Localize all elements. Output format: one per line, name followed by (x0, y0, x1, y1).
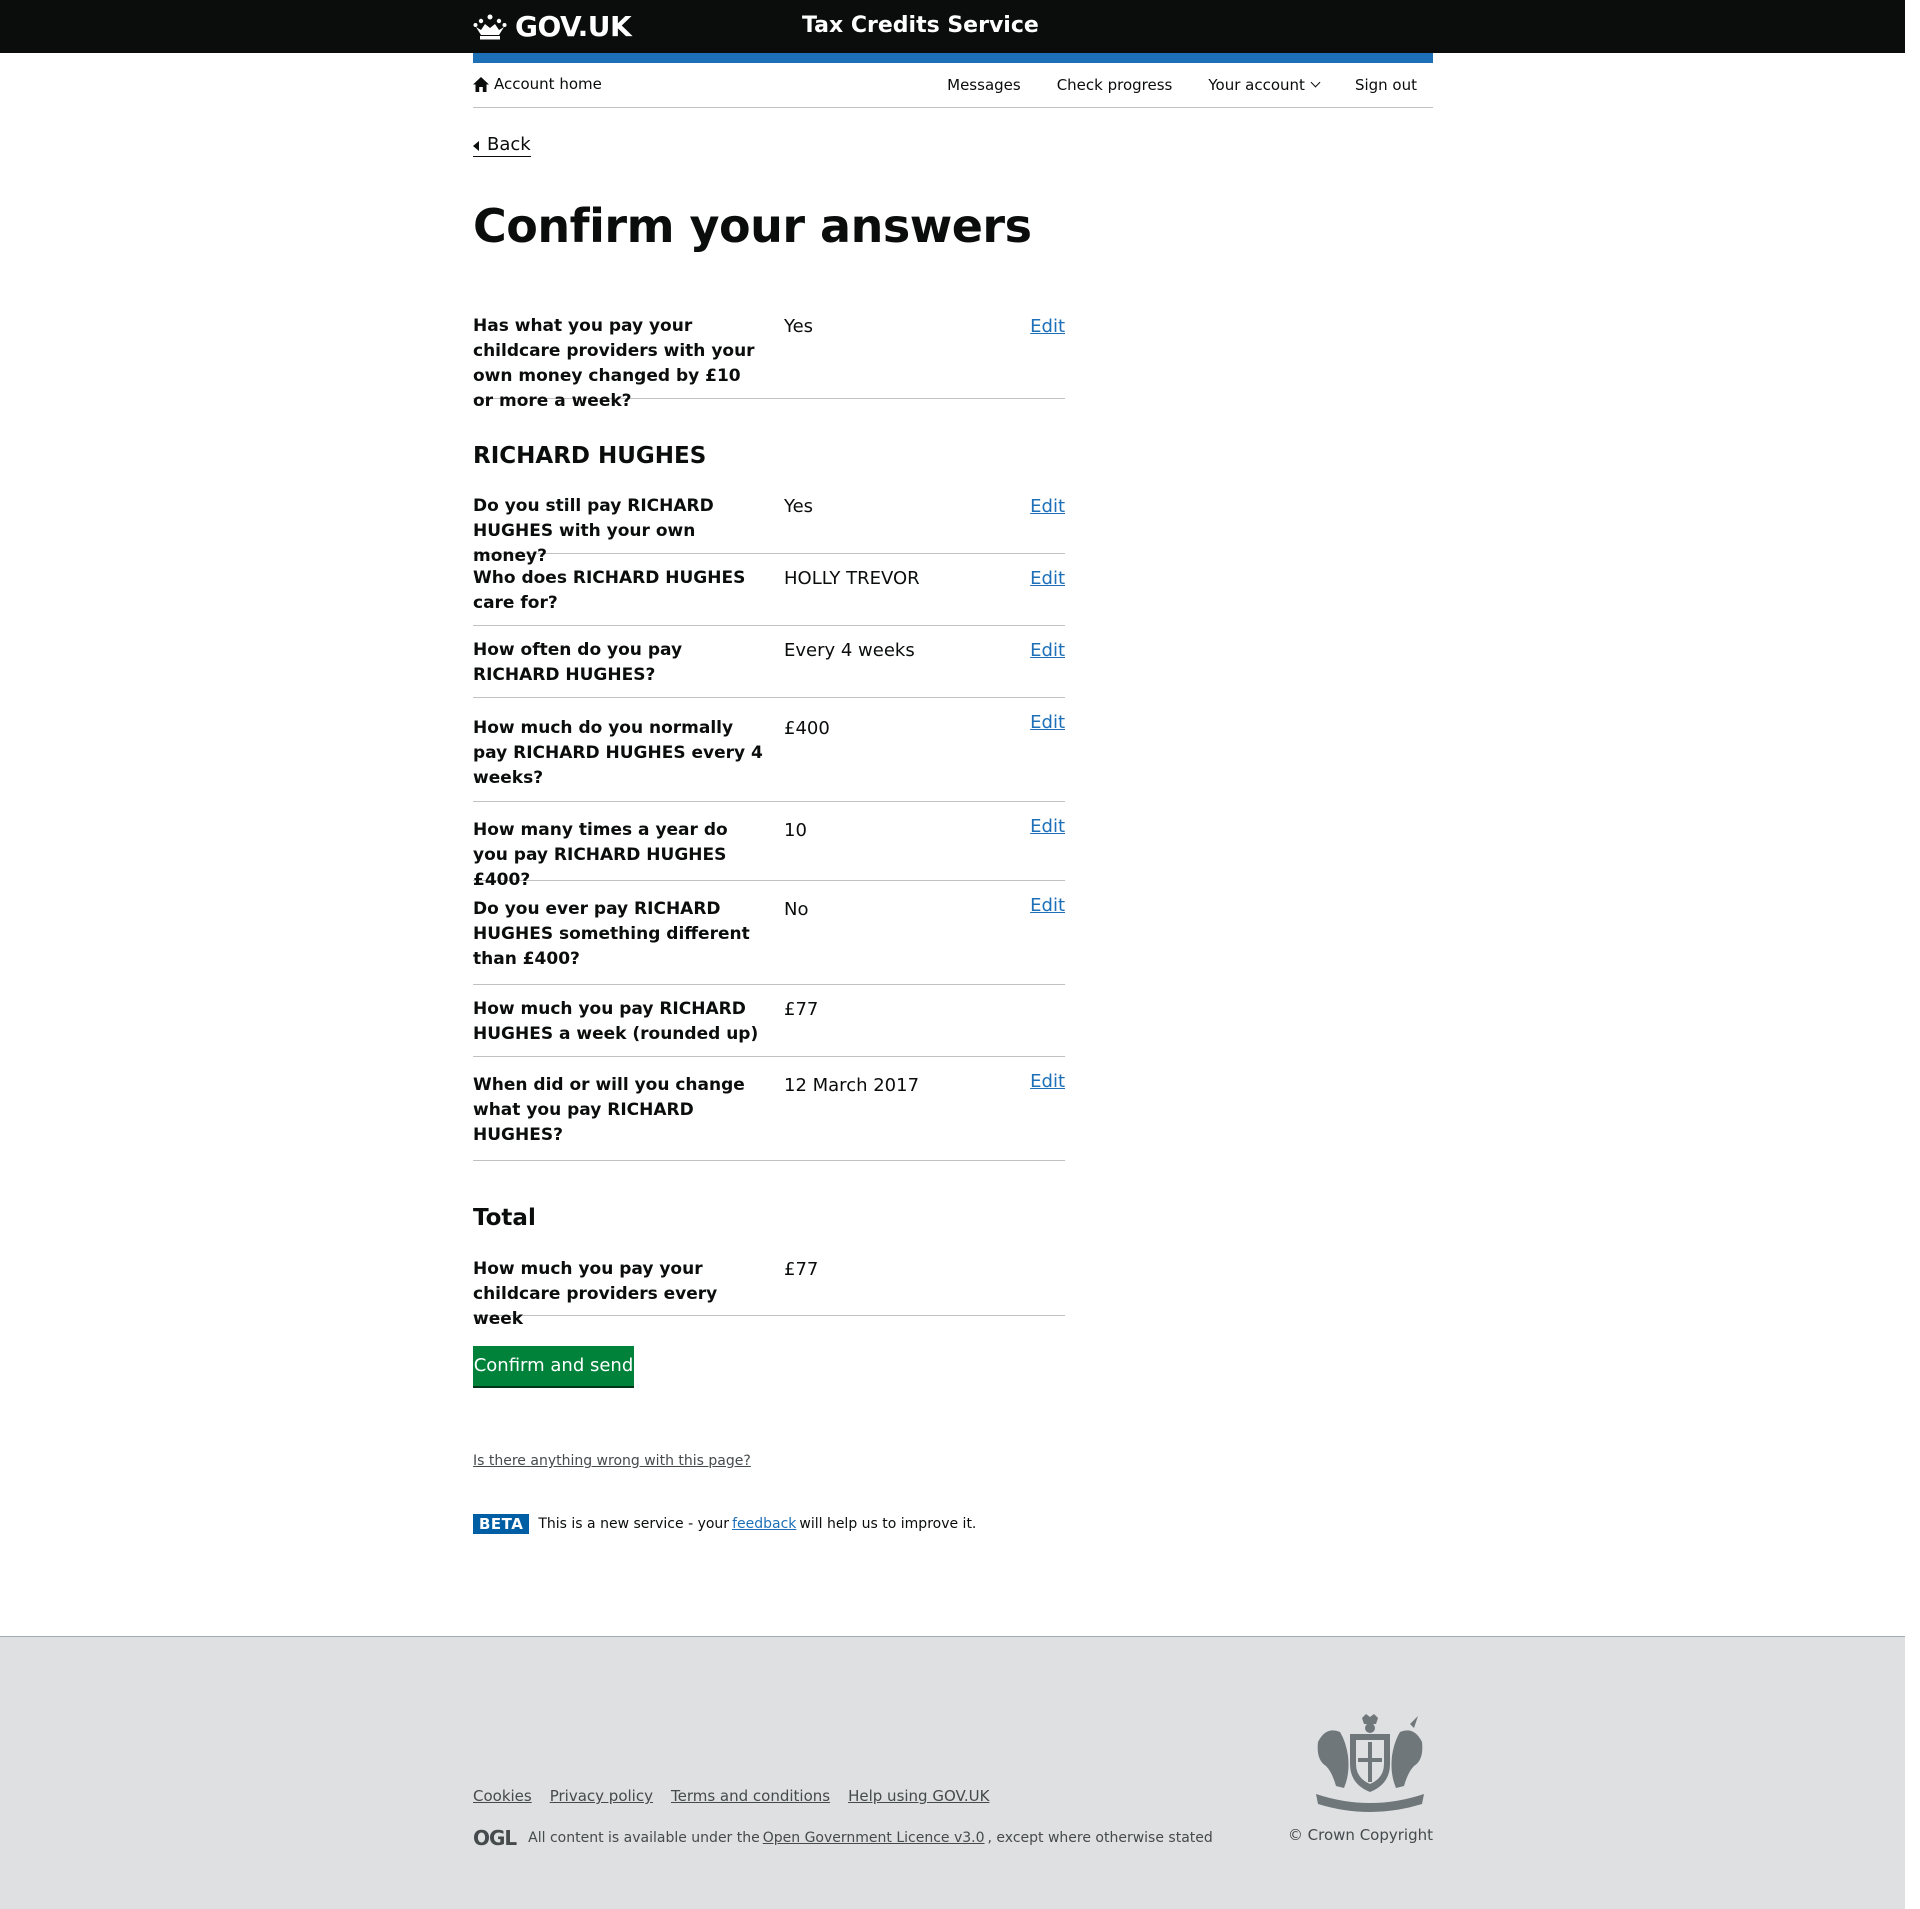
edit-link[interactable]: Edit (1030, 494, 1065, 519)
feedback-link[interactable]: feedback (732, 1516, 796, 1532)
back-link[interactable]: Back (473, 134, 531, 157)
edit-link[interactable]: Edit (1030, 1069, 1065, 1094)
summary-answer: HOLLY TREVOR (784, 568, 920, 589)
summary-row: Do you ever pay RICHARD HUGHES something… (473, 881, 1065, 985)
account-home-label: Account home (494, 75, 602, 93)
summary-question: How much you pay RICHARD HUGHES a week (… (473, 999, 759, 1044)
summary-answer: Every 4 weeks (784, 640, 915, 661)
summary-row: Who does RICHARD HUGHES care for? HOLLY … (473, 554, 1065, 626)
footer-link-help[interactable]: Help using GOV.UK (848, 1787, 989, 1805)
confirm-and-send-button[interactable]: Confirm and send (473, 1346, 634, 1386)
edit-link[interactable]: Edit (1030, 638, 1065, 663)
summary-question: How much you pay your childcare provider… (473, 1259, 718, 1329)
edit-link[interactable]: Edit (1030, 814, 1065, 839)
summary-answer: Yes (784, 316, 814, 337)
account-home-link[interactable]: Account home (473, 75, 602, 93)
edit-link[interactable]: Edit (1030, 566, 1065, 591)
header-blue-bar (473, 53, 1433, 63)
licence-text-after: , except where otherwise stated (987, 1830, 1213, 1846)
edit-link[interactable]: Edit (1030, 710, 1065, 735)
beta-text-after: will help us to improve it. (799, 1516, 977, 1532)
nav-your-account[interactable]: Your account (1208, 76, 1321, 94)
summary-row: How much you pay RICHARD HUGHES a week (… (473, 985, 1065, 1057)
summary-question: Who does RICHARD HUGHES care for? (473, 568, 746, 613)
footer-link-privacy[interactable]: Privacy policy (550, 1787, 653, 1805)
summary-row: How often do you pay RICHARD HUGHES? Eve… (473, 626, 1065, 698)
summary-answer: £77 (784, 1259, 819, 1280)
edit-link[interactable]: Edit (1030, 893, 1065, 918)
page-title: Confirm your answers (473, 199, 1032, 253)
summary-question: When did or will you change what you pay… (473, 1075, 745, 1145)
ogl-notice: OGL All content is available under the O… (473, 1826, 1213, 1850)
nav-your-account-label: Your account (1208, 76, 1305, 94)
crown-icon (473, 14, 507, 39)
govuk-logo-text: GOV.UK (515, 10, 632, 43)
summary-answer: £400 (784, 718, 830, 739)
summary-question: How often do you pay RICHARD HUGHES? (473, 640, 683, 685)
summary-answer: £77 (784, 999, 819, 1020)
footer-link-terms[interactable]: Terms and conditions (671, 1787, 830, 1805)
summary-row: When did or will you change what you pay… (473, 1057, 1065, 1161)
site-footer: Cookies Privacy policy Terms and conditi… (0, 1636, 1905, 1909)
nav-messages[interactable]: Messages (947, 76, 1021, 94)
summary-row: Do you still pay RICHARD HUGHES with you… (473, 482, 1065, 566)
account-nav: Account home Messages Check progress You… (473, 63, 1433, 108)
service-name[interactable]: Tax Credits Service (802, 13, 1039, 38)
chevron-down-icon (1310, 77, 1321, 88)
site-header: GOV.UK Tax Credits Service (0, 0, 1905, 53)
govuk-logo-link[interactable]: GOV.UK (473, 10, 632, 43)
ogl-logo-icon: OGL (473, 1826, 517, 1850)
summary-answer: 12 March 2017 (784, 1075, 920, 1096)
licence-text-before: All content is available under the (528, 1830, 760, 1846)
summary-row: How much you pay your childcare provider… (473, 1245, 1065, 1329)
nav-check-progress[interactable]: Check progress (1057, 76, 1173, 94)
summary-answer: No (784, 899, 809, 920)
home-icon (473, 76, 489, 92)
footer-links: Cookies Privacy policy Terms and conditi… (473, 1787, 1007, 1805)
footer-link-cookies[interactable]: Cookies (473, 1787, 532, 1805)
edit-link[interactable]: Edit (1030, 314, 1065, 339)
summary-row: Has what you pay your childcare provider… (473, 302, 1065, 411)
summary-row: How many times a year do you pay RICHARD… (473, 802, 1065, 890)
summary-question: Do you ever pay RICHARD HUGHES something… (473, 899, 750, 969)
beta-text-before: This is a new service - your (538, 1516, 730, 1532)
page-edge (1905, 0, 1920, 1908)
provider-heading: RICHARD HUGHES (473, 443, 707, 469)
summary-question: How much do you normally pay RICHARD HUG… (473, 718, 763, 788)
total-heading: Total (473, 1205, 536, 1231)
summary-answer: 10 (784, 820, 807, 841)
summary-answer: Yes (784, 496, 814, 517)
summary-row: How much do you normally pay RICHARD HUG… (473, 698, 1065, 802)
royal-coat-of-arms-icon (1316, 1714, 1424, 1812)
licence-link[interactable]: Open Government Licence v3.0 (763, 1830, 985, 1846)
beta-tag: BETA (473, 1514, 530, 1534)
beta-banner: BETA This is a new service - your feedba… (473, 1514, 976, 1534)
nav-sign-out[interactable]: Sign out (1355, 76, 1417, 94)
summary-question: Has what you pay your childcare provider… (473, 316, 755, 411)
crown-copyright-link[interactable]: © Crown Copyright (1288, 1826, 1433, 1844)
report-problem-link[interactable]: Is there anything wrong with this page? (473, 1453, 751, 1469)
